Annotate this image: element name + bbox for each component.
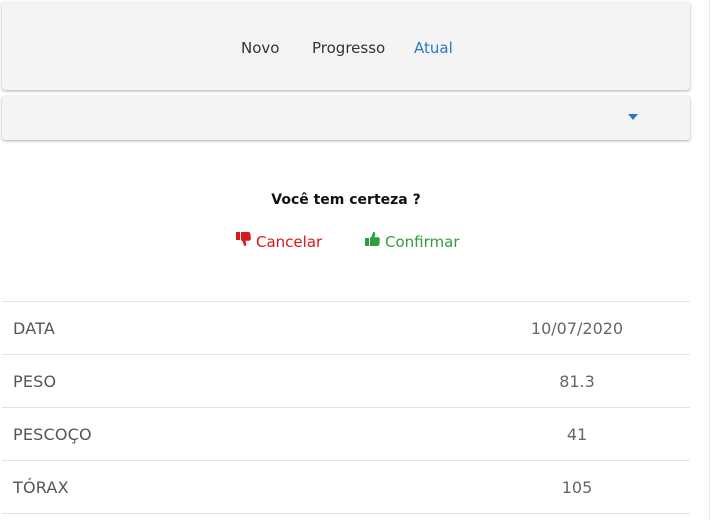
cancel-button[interactable]: Cancelar (235, 231, 322, 252)
confirm-button[interactable]: Confirmar (364, 231, 459, 252)
page-edge-divider (709, 0, 710, 520)
tab-novo[interactable]: Novo (241, 38, 279, 58)
tab-atual[interactable]: Atual (414, 38, 453, 58)
top-nav: Novo Progresso Atual (2, 2, 690, 90)
confirm-label: Confirmar (385, 232, 460, 251)
row-label: DATA (13, 319, 56, 338)
row-value: 81.3 (559, 372, 595, 391)
row-label: PESCOÇO (13, 425, 92, 444)
confirm-title: Você tem certeza ? (271, 192, 421, 208)
tab-bar: Novo Progresso Atual (2, 2, 690, 90)
row-value: 10/07/2020 (530, 319, 624, 338)
table-row: PESCOÇO 41 (2, 407, 690, 460)
cancel-label: Cancelar (256, 232, 323, 251)
page: Novo Progresso Atual Você tem certeza ? … (0, 0, 724, 520)
measurements-table: DATA 10/07/2020 PESO 81.3 PESCOÇO 41 TÓR… (2, 301, 690, 514)
measurement-select[interactable] (2, 96, 690, 140)
thumbs-down-icon (235, 231, 256, 252)
row-value: 41 (566, 425, 588, 444)
row-label: PESO (13, 372, 57, 391)
tab-progresso[interactable]: Progresso (312, 38, 385, 58)
row-value: 105 (561, 478, 593, 497)
thumbs-up-icon (364, 231, 385, 252)
row-label: TÓRAX (13, 478, 69, 497)
caret-down-icon[interactable] (628, 114, 638, 120)
table-row: PESO 81.3 (2, 354, 690, 407)
table-row: TÓRAX 105 (2, 460, 690, 514)
table-row: DATA 10/07/2020 (2, 301, 690, 354)
